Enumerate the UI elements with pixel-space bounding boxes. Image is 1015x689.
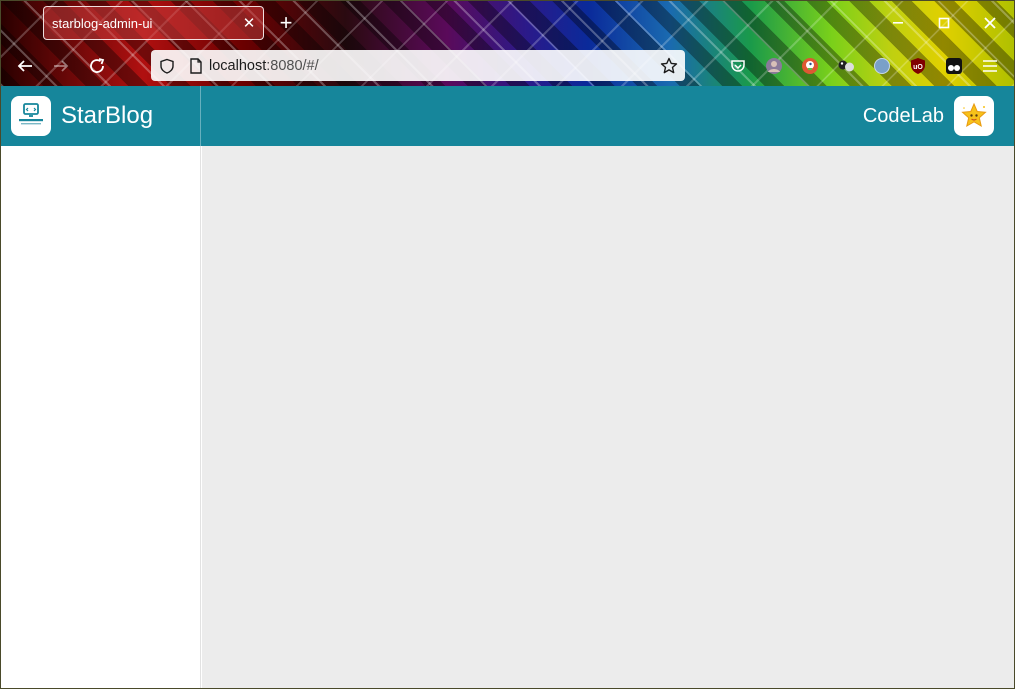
back-arrow-icon	[17, 60, 32, 72]
browser-window: starblog-admin-ui ✕ + localhost:8080/#/ …	[1, 1, 1014, 688]
user-name: CodeLab	[862, 104, 944, 127]
browser-chrome: starblog-admin-ui ✕ + localhost:8080/#/ …	[1, 1, 1014, 86]
bookmark-star-icon[interactable]	[653, 57, 685, 75]
forward-arrow-icon	[54, 60, 69, 72]
window-close-button[interactable]	[967, 7, 1013, 39]
brand-name: StarBlog	[61, 102, 154, 129]
extension-balls-icon[interactable]	[834, 54, 858, 78]
window-close-icon	[984, 17, 996, 29]
svg-text:uO: uO	[913, 64, 923, 71]
url-path: :8080/#/	[266, 57, 319, 74]
maximize-button[interactable]	[921, 7, 967, 39]
brand[interactable]: StarBlog	[1, 86, 201, 146]
reload-button[interactable]	[82, 51, 112, 81]
minimize-button[interactable]	[875, 7, 921, 39]
browser-tab[interactable]: starblog-admin-ui ✕	[43, 6, 264, 40]
forward-button[interactable]	[46, 51, 76, 81]
url-text[interactable]: localhost:8080/#/	[209, 58, 653, 74]
minimize-icon	[893, 22, 903, 24]
reload-icon	[90, 58, 105, 73]
user-avatar-star-icon[interactable]	[954, 96, 994, 136]
hamburger-menu-icon[interactable]	[978, 54, 1002, 78]
tab-close-icon[interactable]: ✕	[235, 14, 263, 32]
tampermonkey-icon[interactable]	[942, 54, 966, 78]
ublock-origin-icon[interactable]: uO	[906, 54, 930, 78]
app-header: StarBlog CodeLab	[1, 86, 1014, 146]
extension-avatar-icon[interactable]	[762, 54, 786, 78]
main-content	[202, 146, 1014, 688]
maximize-icon	[938, 17, 950, 29]
extension-globe-icon[interactable]	[870, 54, 894, 78]
tab-title: starblog-admin-ui	[52, 15, 153, 31]
tracking-shield-icon[interactable]	[151, 58, 183, 74]
address-bar[interactable]: localhost:8080/#/	[151, 50, 685, 81]
user-menu[interactable]: CodeLab	[863, 86, 994, 146]
pocket-icon[interactable]	[726, 54, 750, 78]
sidebar	[1, 146, 201, 688]
url-host: localhost	[209, 57, 267, 74]
new-tab-icon[interactable]: +	[274, 11, 298, 35]
page-icon[interactable]	[183, 57, 209, 74]
brand-logo-icon	[11, 96, 51, 136]
back-button[interactable]	[10, 51, 40, 81]
duckduckgo-icon[interactable]	[798, 54, 822, 78]
